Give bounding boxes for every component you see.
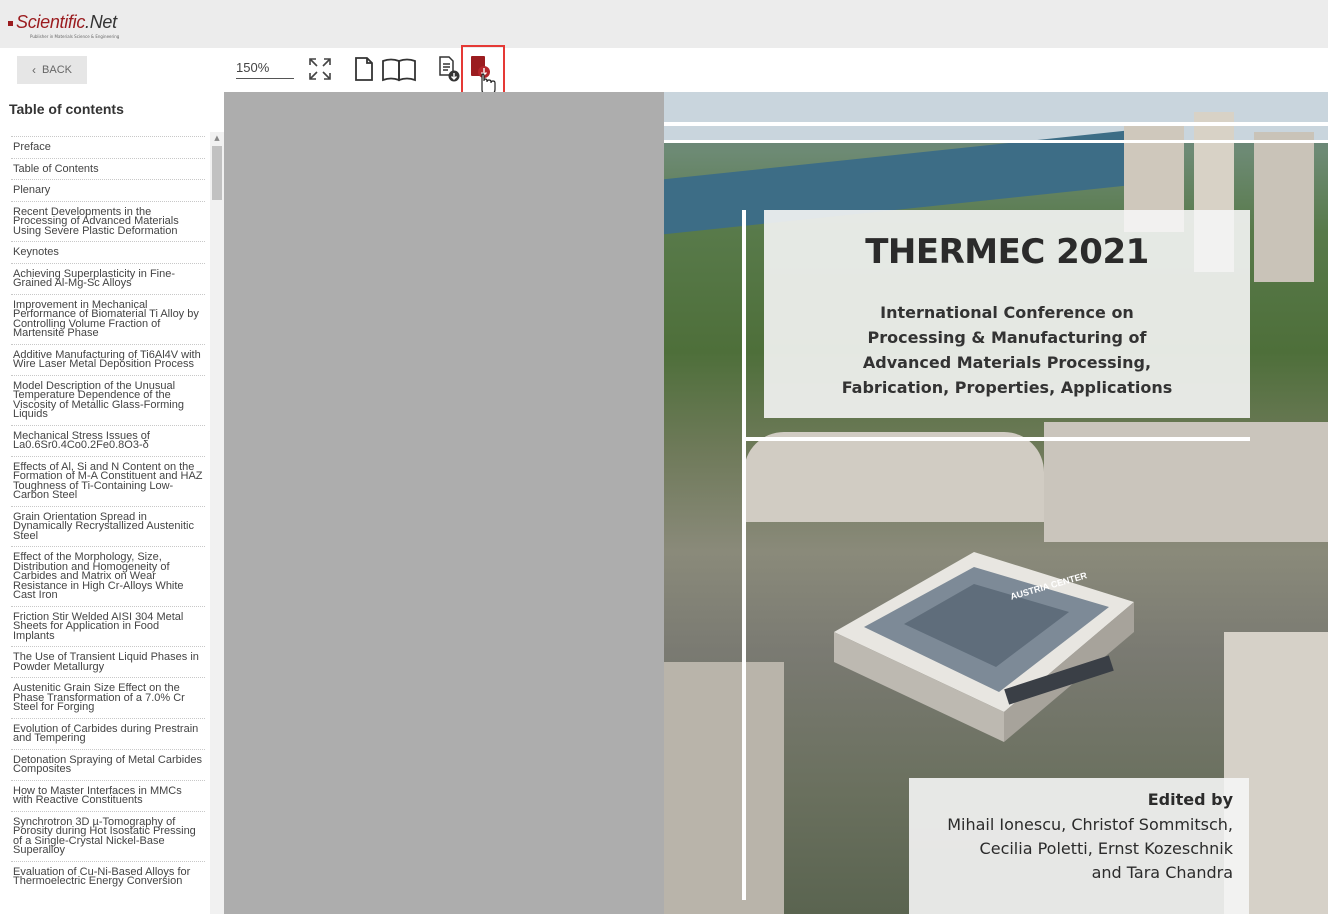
highlight-box: [461, 45, 505, 99]
cover-subtitle: International Conference on Processing &…: [764, 300, 1250, 400]
toc-item[interactable]: Austenitic Grain Size Effect on the Phas…: [11, 677, 205, 718]
toc-item[interactable]: Grain Orientation Spread in Dynamically …: [11, 505, 205, 547]
toc-sidebar: Table of contents Preface Table of Conte…: [0, 92, 224, 914]
toc-list: Preface Table of Contents Plenary Recent…: [11, 136, 205, 892]
toc-item[interactable]: Achieving Superplasticity in Fine-Graine…: [11, 262, 205, 294]
scientific-net-logo[interactable]: Scientific.Net Publisher in Materials Sc…: [8, 10, 128, 40]
cover-subtitle-line: Advanced Materials Processing,: [862, 353, 1152, 372]
viewer-toolbar: ‹ BACK 150%: [0, 45, 1328, 99]
toc-item[interactable]: Model Description of the Unusual Tempera…: [11, 374, 205, 425]
toc-item[interactable]: Recent Developments in the Processing of…: [11, 200, 205, 242]
cover-editors-panel: Edited by Mihail Ionescu, Christof Sommi…: [909, 778, 1249, 914]
cover-building: [664, 662, 784, 914]
back-label: BACK: [42, 64, 72, 76]
zoom-level-input[interactable]: 150%: [236, 58, 294, 79]
cover-subtitle-line: Processing & Manufacturing of: [867, 328, 1147, 347]
toc-item[interactable]: Effect of the Morphology, Size, Distribu…: [11, 546, 205, 606]
editors-line: Mihail Ionescu, Christof Sommitsch,: [947, 815, 1233, 834]
editors-line: Cecilia Poletti, Ernst Kozeschnik: [979, 839, 1233, 858]
cover-frame-line: [742, 210, 746, 900]
logo-mark-icon: [8, 21, 13, 26]
scroll-thumb[interactable]: [212, 146, 222, 200]
toc-item[interactable]: How to Master Interfaces in MMCs with Re…: [11, 779, 205, 811]
cover-subtitle-line: International Conference on: [880, 303, 1134, 322]
cover-title: THERMEC 2021: [865, 232, 1149, 272]
toc-item[interactable]: Improvement in Mechanical Performance of…: [11, 293, 205, 344]
cover-frame-line: [664, 140, 1328, 143]
toc-scrollbar[interactable]: ▲: [210, 132, 224, 914]
cover-frame-line: [742, 437, 1250, 441]
toc-item[interactable]: Plenary: [11, 179, 205, 201]
back-button[interactable]: ‹ BACK: [17, 56, 87, 84]
editors-line: and Tara Chandra: [1091, 863, 1233, 882]
book-cover-page: AUSTRIA CENTER THERMEC 2021 Internationa…: [664, 92, 1328, 914]
cover-title-panel: THERMEC 2021 International Conference on…: [764, 210, 1250, 418]
fullscreen-icon[interactable]: [306, 56, 334, 82]
chevron-left-icon: ‹: [32, 63, 37, 77]
toc-item[interactable]: Keynotes: [11, 241, 205, 263]
toc-item[interactable]: Mechanical Stress Issues of La0.6Sr0.4Co…: [11, 424, 205, 456]
toc-item[interactable]: The Use of Transient Liquid Phases in Po…: [11, 646, 205, 677]
document-viewer: AUSTRIA CENTER THERMEC 2021 Internationa…: [224, 92, 1328, 914]
edited-by-label: Edited by: [1147, 790, 1233, 809]
cover-subtitle-line: Fabrication, Properties, Applications: [841, 378, 1173, 397]
logo-text: Scientific.Net: [16, 12, 117, 32]
toc-item[interactable]: Additive Manufacturing of Ti6Al4V with W…: [11, 343, 205, 375]
app-header: Scientific.Net Publisher in Materials Sc…: [0, 0, 1328, 48]
logo-tagline: Publisher in Materials Science & Enginee…: [30, 34, 120, 39]
toc-item[interactable]: Friction Stir Welded AISI 304 Metal Shee…: [11, 605, 205, 647]
toc-item[interactable]: Table of Contents: [11, 157, 205, 180]
download-page-icon[interactable]: [436, 56, 462, 82]
single-page-icon[interactable]: [352, 56, 376, 82]
cover-frame-line: [664, 122, 1328, 126]
toc-item[interactable]: Detonation Spraying of Metal Carbides Co…: [11, 748, 205, 780]
toc-item[interactable]: Synchrotron 3D µ-Tomography of Porosity …: [11, 810, 205, 861]
toc-title: Table of contents: [9, 101, 124, 117]
two-page-icon[interactable]: [380, 56, 418, 82]
cover-building: [744, 432, 1044, 522]
austria-center-building: [834, 552, 1134, 742]
toc-item[interactable]: Preface: [11, 136, 205, 158]
toc-item[interactable]: Evolution of Carbides during Prestrain a…: [11, 717, 205, 749]
toc-item[interactable]: Evaluation of Cu-Ni-Based Alloys for The…: [11, 860, 205, 892]
cover-tower: [1254, 132, 1314, 282]
scroll-up-arrow-icon[interactable]: ▲: [210, 132, 224, 144]
toc-item[interactable]: Effects of Al, Si and N Content on the F…: [11, 455, 205, 506]
